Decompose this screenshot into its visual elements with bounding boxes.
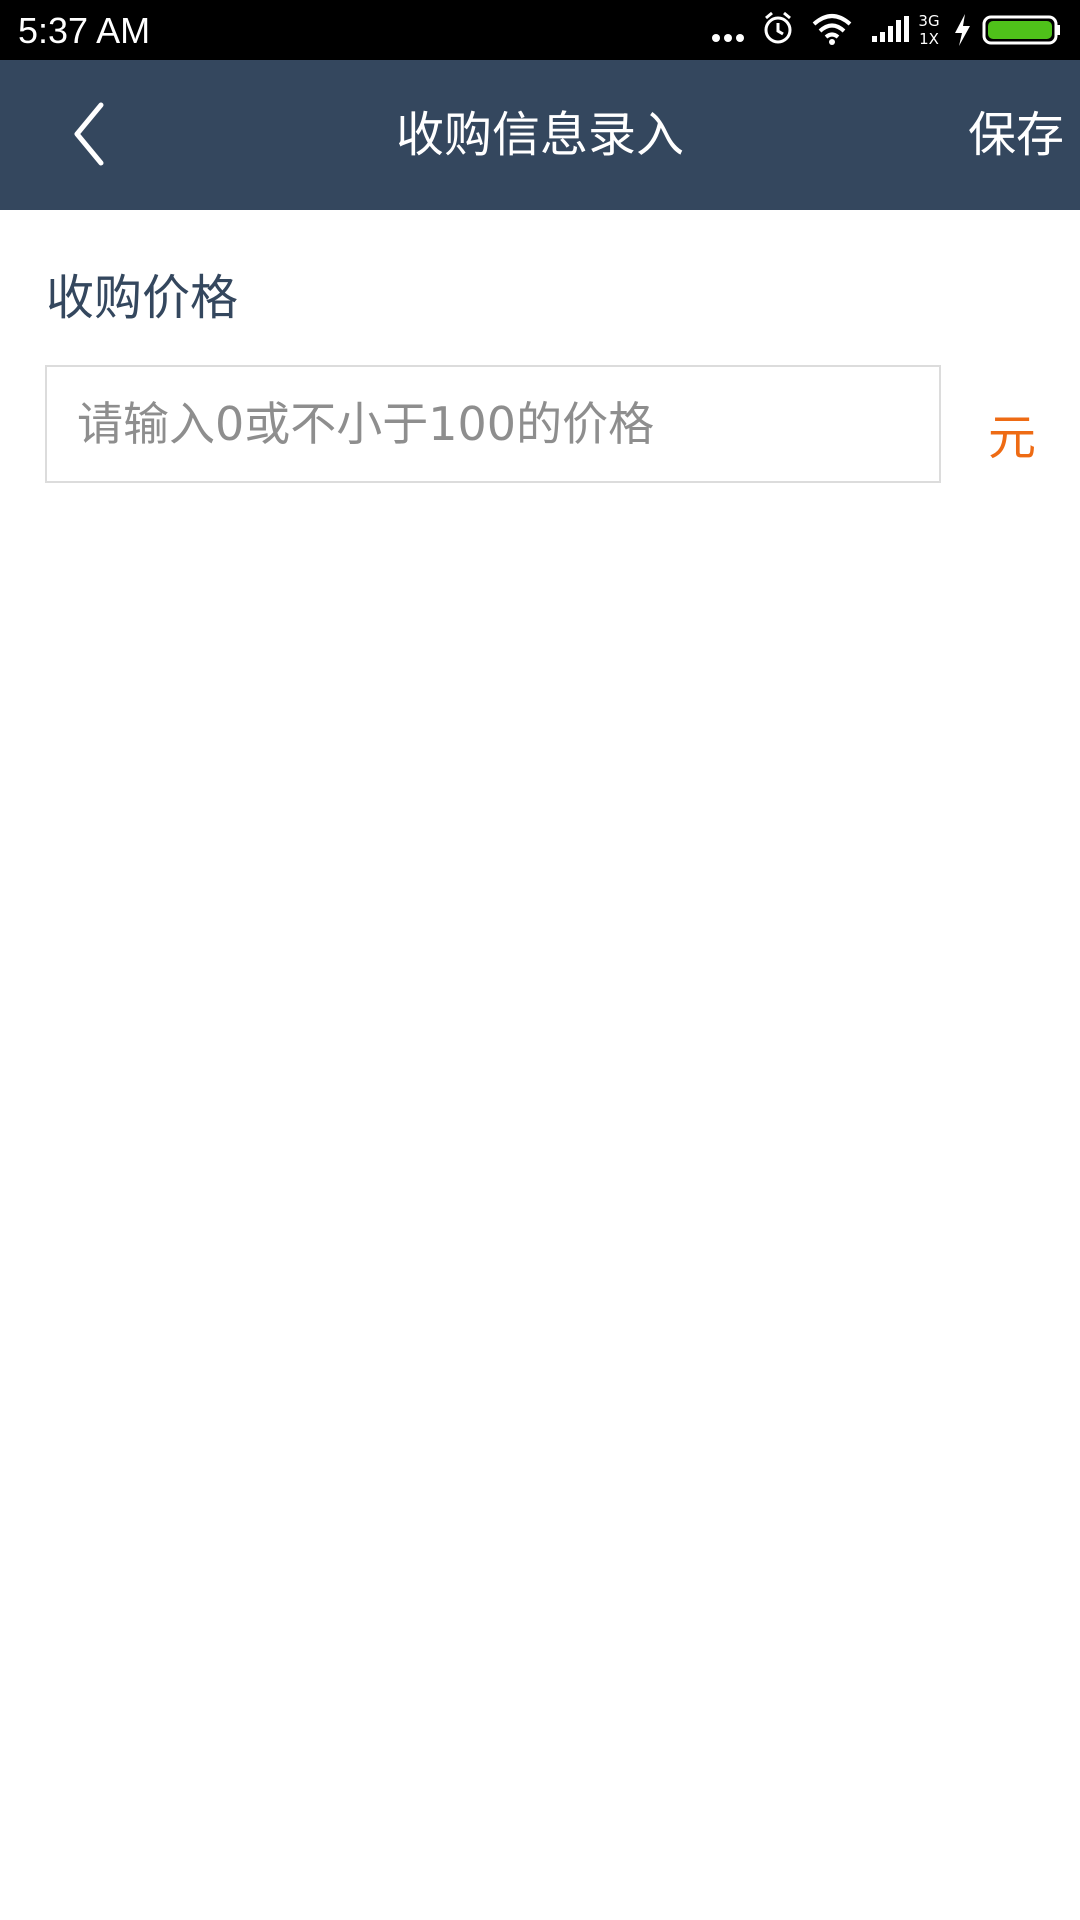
save-button[interactable]: 保存	[968, 60, 1064, 210]
battery-icon	[982, 15, 1060, 45]
alarm-icon	[764, 11, 792, 44]
unit-label: 元	[988, 410, 1037, 466]
signal-icon	[872, 16, 909, 42]
back-button[interactable]	[50, 94, 130, 174]
more-dots-icon	[712, 34, 744, 42]
network-type-bottom: 1X	[919, 30, 939, 48]
network-type-top: 3G	[918, 12, 940, 30]
page-title: 收购信息录入	[395, 107, 684, 163]
header-bar: 收购信息录入 保存	[0, 60, 1080, 210]
price-label: 收购价格	[46, 270, 239, 326]
status-time: 5:37 AM	[18, 10, 151, 51]
charging-icon	[955, 14, 970, 46]
price-field	[45, 365, 941, 483]
status-icons: 3G 1X	[710, 0, 1070, 60]
price-input[interactable]	[47, 367, 939, 481]
wifi-icon	[812, 14, 852, 45]
network-type: 3G 1X	[916, 12, 942, 48]
status-bar: 5:37 AM 3G 1X	[0, 0, 1080, 60]
chevron-left-icon	[74, 102, 104, 166]
